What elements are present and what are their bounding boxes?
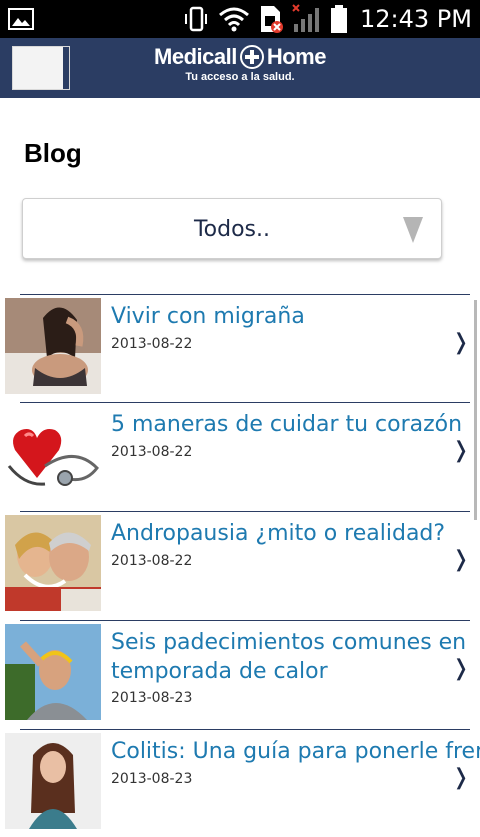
post-title[interactable]: Andropausia ¿mito o realidad? xyxy=(111,519,480,548)
app-logo: Medicall Home Tu acceso a la salud. xyxy=(140,44,340,92)
post-date: 2013-08-22 xyxy=(111,444,193,460)
post-thumbnail xyxy=(5,406,101,502)
post-date: 2013-08-23 xyxy=(111,690,193,706)
blog-post-item[interactable]: Colitis: Una guía para ponerle fren 2013… xyxy=(0,729,480,837)
logo-text-left: Medicall xyxy=(154,44,237,69)
signal-icon xyxy=(292,4,320,32)
status-time: 12:43 PM xyxy=(360,5,472,33)
row-divider xyxy=(20,729,470,730)
row-divider xyxy=(20,511,470,512)
post-thumbnail xyxy=(5,624,101,720)
woman-sad-photo xyxy=(5,733,101,829)
post-thumbnail xyxy=(5,298,101,394)
logo-tagline: Tu acceso a la salud. xyxy=(185,71,295,83)
heart-stethoscope-photo xyxy=(5,406,101,502)
status-bar: 12:43 PM xyxy=(0,0,480,38)
medical-cross-icon xyxy=(239,45,264,69)
post-date: 2013-08-22 xyxy=(111,336,193,352)
post-title[interactable]: Colitis: Una guía para ponerle fren xyxy=(111,737,480,766)
battery-icon xyxy=(331,5,348,33)
chevron-right-icon: ❭ xyxy=(451,656,470,681)
post-date: 2013-08-23 xyxy=(111,771,193,787)
list-scrollbar[interactable] xyxy=(474,300,477,520)
couple-smiling-photo xyxy=(5,515,101,611)
image-icon xyxy=(8,8,34,30)
page-title: Blog xyxy=(24,138,82,168)
blog-post-item[interactable]: 5 maneras de cuidar tu corazón 2013-08-2… xyxy=(0,402,480,510)
blog-post-item[interactable]: Vivir con migraña 2013-08-22 ❭ xyxy=(0,294,480,402)
vibrate-icon xyxy=(185,6,208,32)
chevron-right-icon: ❭ xyxy=(451,438,470,463)
sim-error-icon xyxy=(261,6,284,33)
menu-button[interactable] xyxy=(12,46,70,90)
post-thumbnail xyxy=(5,515,101,611)
post-thumbnail xyxy=(5,733,101,829)
wifi-icon xyxy=(219,7,249,32)
app-header: Medicall Home Tu acceso a la salud. xyxy=(0,38,480,98)
post-title[interactable]: 5 maneras de cuidar tu corazón xyxy=(111,410,480,439)
blog-post-item[interactable]: Andropausia ¿mito o realidad? 2013-08-22… xyxy=(0,511,480,619)
chevron-right-icon: ❭ xyxy=(451,330,470,355)
logo-text-right: Home xyxy=(266,44,327,69)
woman-headache-photo xyxy=(5,298,101,394)
chevron-right-icon: ❭ xyxy=(451,765,470,790)
row-divider xyxy=(20,294,470,295)
post-date: 2013-08-22 xyxy=(111,553,193,569)
dropdown-arrow-icon xyxy=(403,217,423,243)
category-filter-dropdown[interactable]: Todos.. xyxy=(22,198,442,259)
post-title[interactable]: Vivir con migraña xyxy=(111,302,480,331)
blog-post-item[interactable]: Seis padecimientos comunes en temporada … xyxy=(0,620,480,728)
row-divider xyxy=(20,620,470,621)
menu-button-edge xyxy=(63,47,69,89)
man-sun-heat-photo xyxy=(5,624,101,720)
row-divider xyxy=(20,402,470,403)
chevron-right-icon: ❭ xyxy=(451,547,470,572)
filter-selected-value: Todos.. xyxy=(193,217,271,242)
post-title[interactable]: Seis padecimientos comunes en temporada … xyxy=(111,628,480,686)
